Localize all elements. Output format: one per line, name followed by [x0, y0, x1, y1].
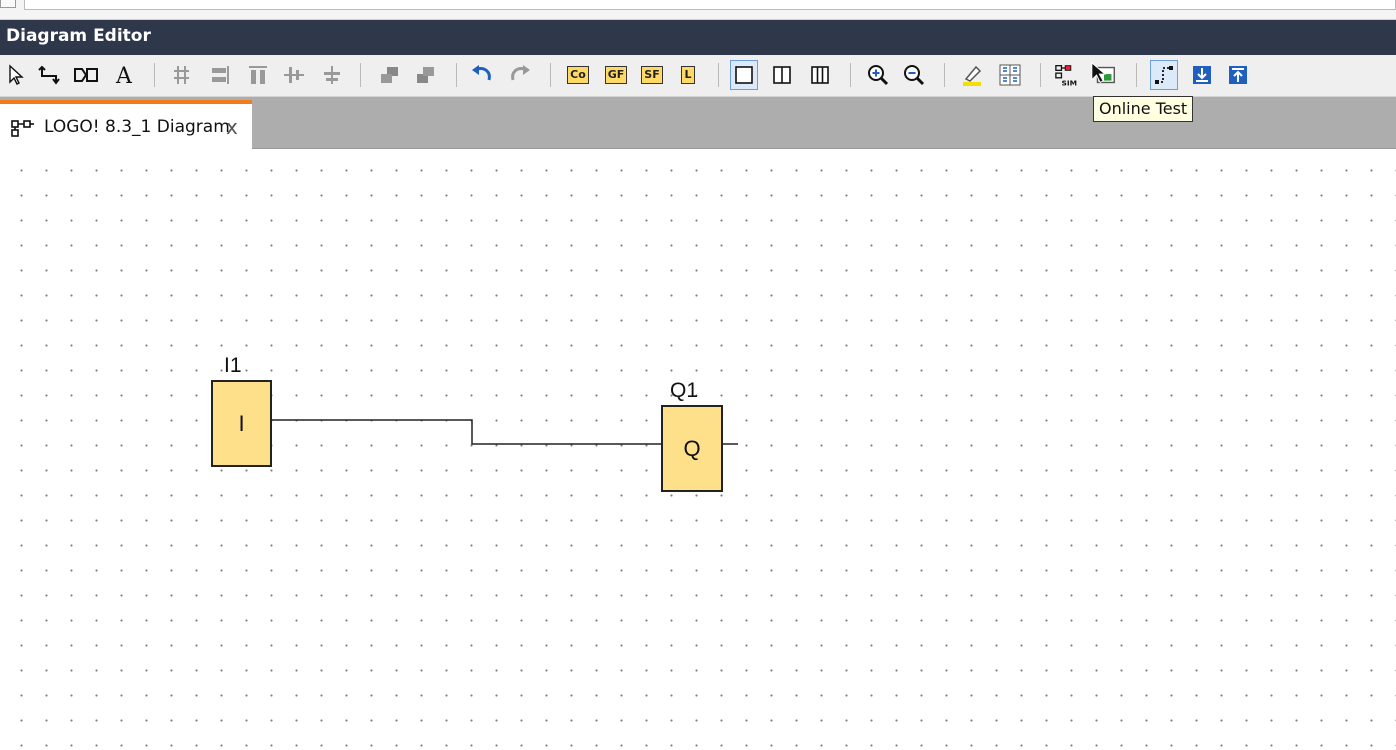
split-two-view-button[interactable] — [768, 60, 796, 90]
connector-icon — [38, 65, 60, 85]
text-icon: A — [115, 64, 133, 86]
ladder-tag: L — [681, 66, 695, 84]
toolbar: A Co GF SF L SIM — [0, 55, 1396, 97]
basic-functions-button[interactable]: GF — [602, 60, 630, 90]
cross-reference-icon — [1155, 66, 1173, 84]
align-top-icon — [249, 66, 267, 84]
output-block[interactable]: Q — [661, 405, 723, 492]
layer-back-icon — [417, 67, 434, 83]
constants-button[interactable]: Co — [564, 60, 592, 90]
input-block[interactable]: I — [211, 380, 272, 467]
highlighter-icon — [963, 65, 982, 86]
cursor-icon — [9, 64, 24, 85]
tooltip: Online Test — [1093, 96, 1194, 122]
basic-functions-tag: GF — [604, 66, 628, 84]
input-block-symbol: I — [238, 410, 245, 436]
scroll-down-button[interactable] — [1188, 60, 1216, 90]
close-icon[interactable]: x — [226, 115, 238, 139]
distribute-horizontal-icon — [284, 67, 304, 83]
scroll-up-button[interactable] — [1224, 60, 1252, 90]
special-functions-tag: SF — [641, 66, 663, 84]
distribute-vertical-icon — [324, 66, 340, 84]
align-right-icon — [212, 66, 229, 84]
input-block-name: I1 — [224, 354, 242, 377]
diagram-icon — [11, 120, 34, 137]
single-pane-icon — [735, 66, 753, 84]
block-tool-button[interactable] — [72, 60, 100, 90]
highlight-button[interactable] — [958, 60, 986, 90]
svg-text:SIM: SIM — [1061, 78, 1077, 87]
bring-front-button[interactable] — [376, 60, 404, 90]
tab-label: LOGO! 8.3_1 Diagram — [44, 117, 230, 137]
cross-reference-button[interactable] — [1150, 60, 1178, 90]
distribute-vertical-button[interactable] — [318, 60, 346, 90]
align-vertical-icon — [174, 66, 189, 84]
align-right-button[interactable] — [206, 60, 234, 90]
diagram-canvas[interactable]: I1 I Q1 Q — [0, 149, 1396, 750]
output-block-name: Q1 — [670, 379, 699, 402]
zoom-in-icon — [868, 65, 889, 86]
redo-icon — [511, 65, 530, 81]
output-block-symbol: Q — [683, 435, 701, 461]
zoom-in-button[interactable] — [864, 60, 892, 90]
online-test-button[interactable] — [1090, 60, 1118, 90]
undo-icon — [472, 65, 491, 81]
grid-numbers-icon — [999, 64, 1021, 86]
simulation-icon: SIM — [1055, 65, 1077, 87]
tab-logo-diagram[interactable]: LOGO! 8.3_1 Diagram x — [0, 100, 252, 149]
text-tool-button[interactable]: A — [110, 60, 138, 90]
arrow-up-bar-icon — [1229, 66, 1247, 84]
title-bar: Diagram Editor — [0, 20, 1396, 55]
split-three-view-button[interactable] — [806, 60, 834, 90]
ladder-button[interactable]: L — [674, 60, 702, 90]
special-functions-button[interactable]: SF — [638, 60, 666, 90]
block-shape-icon — [74, 68, 98, 82]
zoom-out-button[interactable] — [900, 60, 928, 90]
zoom-out-icon — [904, 65, 925, 86]
numbering-button[interactable] — [996, 60, 1024, 90]
constants-tag: Co — [567, 66, 589, 84]
send-back-button[interactable] — [412, 60, 440, 90]
arrow-down-bar-icon — [1193, 66, 1211, 84]
align-top-button[interactable] — [244, 60, 272, 90]
align-left-button[interactable] — [168, 60, 196, 90]
undo-button[interactable] — [468, 60, 496, 90]
svg-text:A: A — [115, 64, 133, 86]
connect-tool-button[interactable] — [36, 60, 64, 90]
distribute-horizontal-button[interactable] — [280, 60, 308, 90]
collapse-button[interactable] — [0, 0, 16, 8]
simulation-button[interactable]: SIM — [1054, 60, 1082, 90]
online-test-icon — [1091, 61, 1115, 84]
two-pane-icon — [773, 66, 791, 84]
address-field[interactable] — [24, 0, 1396, 10]
single-view-button[interactable] — [730, 60, 758, 90]
window-title: Diagram Editor — [6, 26, 151, 46]
three-pane-icon — [811, 66, 829, 84]
layer-front-icon — [381, 67, 398, 83]
top-strip — [0, 0, 1396, 20]
redo-button[interactable] — [506, 60, 534, 90]
select-tool-button[interactable] — [2, 60, 30, 90]
